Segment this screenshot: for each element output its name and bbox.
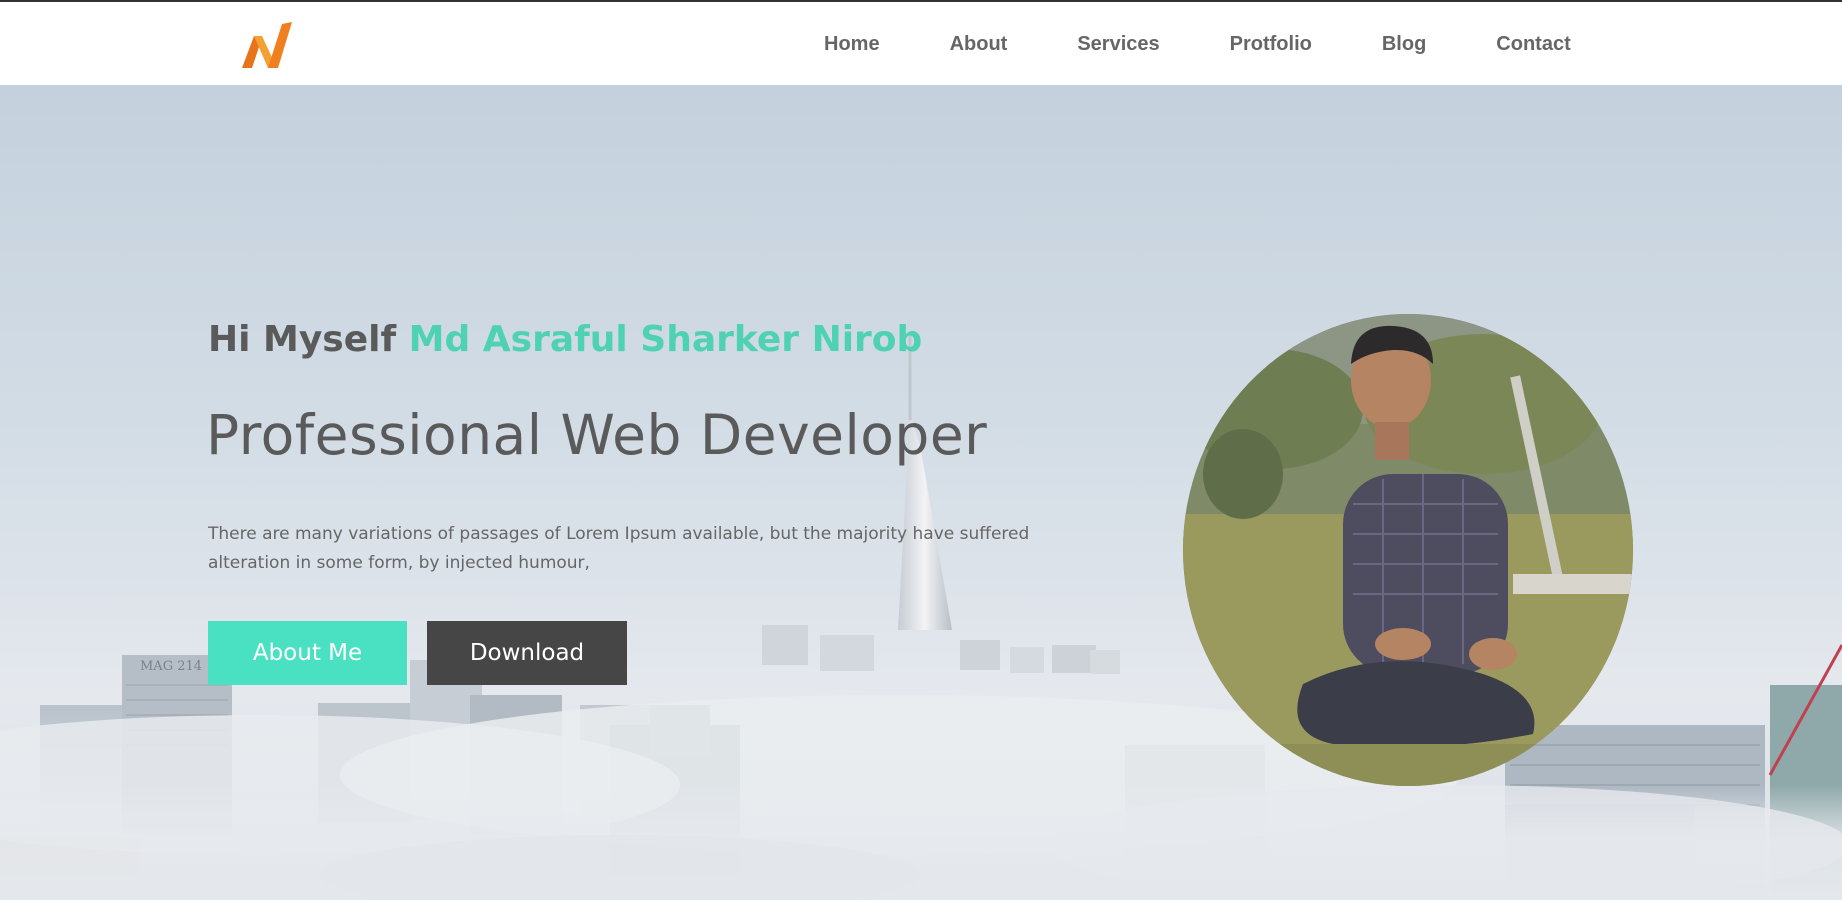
hero-description: There are many variations of passages of… [208, 524, 1030, 573]
download-button[interactable]: Download [427, 621, 627, 685]
greeting-name: Md Asraful Sharker Nirob [408, 319, 923, 360]
nav-blog[interactable]: Blog [1382, 33, 1426, 56]
profile-photo [1183, 314, 1633, 786]
nav-services[interactable]: Services [1077, 33, 1159, 56]
main-nav: Home About Services Protfolio Blog Conta… [824, 2, 1571, 87]
hero-title: Professional Web Developer [206, 403, 988, 467]
hero-greeting: Hi Myself Md Asraful Sharker Nirob [208, 319, 922, 360]
nav-portfolio[interactable]: Protfolio [1230, 33, 1312, 56]
about-me-button[interactable]: About Me [208, 621, 407, 685]
building-sign: MAG 214 [140, 659, 202, 674]
nav-home[interactable]: Home [824, 33, 880, 56]
top-navbar: Home About Services Protfolio Blog Conta… [0, 0, 1842, 85]
nav-contact[interactable]: Contact [1496, 33, 1570, 56]
nav-about[interactable]: About [950, 33, 1008, 56]
greeting-prefix: Hi Myself [208, 319, 409, 360]
logo-icon[interactable] [240, 18, 296, 72]
hero-section: MAG 214 Hi Myself Md Asraful Sharker Nir… [0, 85, 1842, 900]
